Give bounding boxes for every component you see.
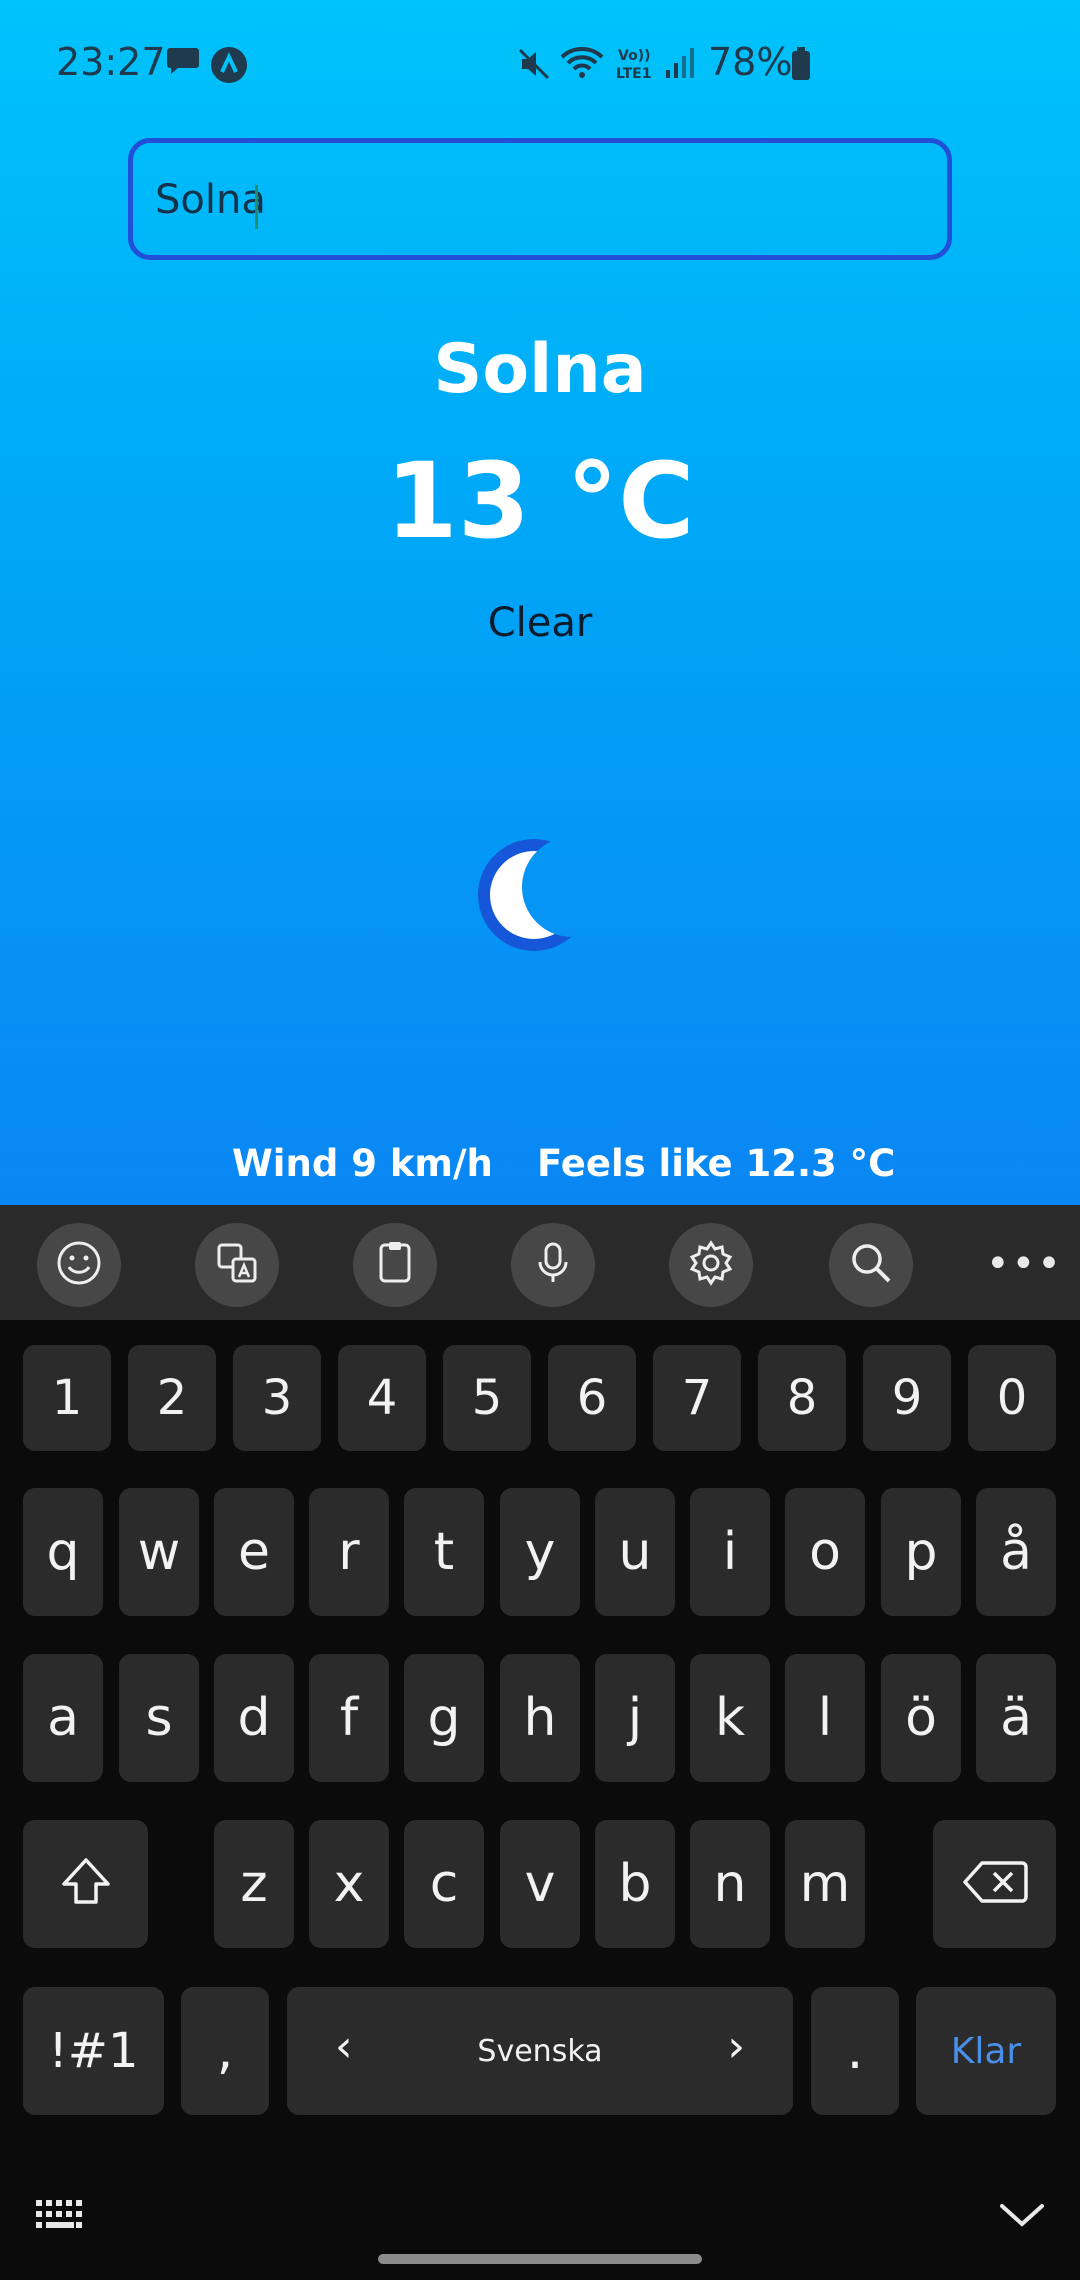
volte-icon: Vo)) LTE1 (616, 46, 656, 85)
symbols-key[interactable]: !#1 (23, 1987, 164, 2115)
key-r[interactable]: r (309, 1488, 389, 1616)
comma-key[interactable]: , (181, 1987, 269, 2115)
key-g[interactable]: g (404, 1654, 484, 1782)
battery-icon (790, 46, 812, 86)
backspace-key[interactable] (933, 1820, 1056, 1948)
wifi-icon (560, 46, 604, 84)
emoji-icon (55, 1239, 103, 1291)
key-a[interactable]: a (23, 1654, 103, 1782)
space-key[interactable]: ‹ Svenska › (287, 1987, 793, 2115)
key-s[interactable]: s (119, 1654, 199, 1782)
key-t[interactable]: t (404, 1488, 484, 1616)
mute-icon (516, 46, 552, 86)
svg-text:LTE1: LTE1 (616, 66, 651, 82)
signal-icon (664, 46, 696, 84)
key-2[interactable]: 2 (128, 1345, 216, 1451)
key-i[interactable]: i (690, 1488, 770, 1616)
key-q[interactable]: q (23, 1488, 103, 1616)
key-d[interactable]: d (214, 1654, 294, 1782)
key-a-umlaut[interactable]: ä (976, 1654, 1056, 1782)
key-w[interactable]: w (119, 1488, 199, 1616)
key-3[interactable]: 3 (233, 1345, 321, 1451)
key-e[interactable]: e (214, 1488, 294, 1616)
translate-button[interactable] (195, 1223, 279, 1307)
clipboard-icon (371, 1239, 419, 1291)
mic-icon (529, 1239, 577, 1291)
keyboard: 1 2 3 4 5 6 7 8 9 0 q w e r t y u i o p … (0, 1320, 1080, 2280)
battery-percent: 78% (708, 40, 793, 84)
key-u[interactable]: u (595, 1488, 675, 1616)
city-name: Solna (433, 330, 647, 409)
key-4[interactable]: 4 (338, 1345, 426, 1451)
feels-like: Feels like 12.3 °C (537, 1142, 896, 1185)
key-8[interactable]: 8 (758, 1345, 846, 1451)
key-y[interactable]: y (500, 1488, 580, 1616)
search-icon (847, 1239, 895, 1291)
weather-app: 23:27 Vo)) LTE1 78% Solna 13 °C Clear (0, 0, 1080, 1205)
space-language-label: Svenska (477, 2033, 603, 2069)
shift-key[interactable] (23, 1820, 148, 1948)
key-o[interactable]: o (785, 1488, 865, 1616)
chevron-down-icon[interactable] (998, 2200, 1046, 2234)
key-1[interactable]: 1 (23, 1345, 111, 1451)
key-b[interactable]: b (595, 1820, 675, 1948)
keyboard-settings-button[interactable] (669, 1223, 753, 1307)
key-v[interactable]: v (500, 1820, 580, 1948)
voice-input-button[interactable] (511, 1223, 595, 1307)
clipboard-button[interactable] (353, 1223, 437, 1307)
key-m[interactable]: m (785, 1820, 865, 1948)
key-h[interactable]: h (500, 1654, 580, 1782)
key-c[interactable]: c (404, 1820, 484, 1948)
key-5[interactable]: 5 (443, 1345, 531, 1451)
key-j[interactable]: j (595, 1654, 675, 1782)
space-left-arrow: ‹ (335, 2021, 353, 2072)
keyboard-search-button[interactable] (829, 1223, 913, 1307)
key-l[interactable]: l (785, 1654, 865, 1782)
weather-condition: Clear (487, 600, 593, 646)
keyboard-grid-icon[interactable] (34, 2198, 88, 2236)
key-9[interactable]: 9 (863, 1345, 951, 1451)
key-f[interactable]: f (309, 1654, 389, 1782)
period-key[interactable]: . (811, 1987, 899, 2115)
city-search-box[interactable] (128, 138, 952, 260)
done-key[interactable]: Klar (916, 1987, 1056, 2115)
home-indicator[interactable] (378, 2254, 702, 2264)
status-bar: 23:27 Vo)) LTE1 78% (0, 0, 1080, 130)
key-0[interactable]: 0 (968, 1345, 1056, 1451)
status-time: 23:27 (56, 40, 166, 84)
app-icon (210, 46, 248, 88)
moon-icon (470, 825, 600, 969)
wind-speed: Wind 9 km/h (232, 1142, 493, 1185)
key-7[interactable]: 7 (653, 1345, 741, 1451)
keyboard-toolbar: ••• (0, 1205, 1080, 1320)
key-k[interactable]: k (690, 1654, 770, 1782)
emoji-button[interactable] (37, 1223, 121, 1307)
city-search-input[interactable] (155, 169, 915, 231)
shift-icon (58, 1854, 114, 1914)
key-p[interactable]: p (881, 1488, 961, 1616)
key-n[interactable]: n (690, 1820, 770, 1948)
backspace-icon (962, 1859, 1028, 1909)
space-right-arrow: › (727, 2021, 745, 2072)
more-icon[interactable]: ••• (986, 1241, 1063, 1287)
translate-icon (213, 1239, 261, 1291)
chat-icon (166, 46, 200, 80)
key-z[interactable]: z (214, 1820, 294, 1948)
key-x[interactable]: x (309, 1820, 389, 1948)
temperature: 13 °C (385, 440, 695, 562)
settings-icon (687, 1239, 735, 1291)
key-o-umlaut[interactable]: ö (881, 1654, 961, 1782)
text-cursor (255, 185, 258, 229)
svg-text:Vo)): Vo)) (618, 48, 650, 64)
key-a-ring[interactable]: å (976, 1488, 1056, 1616)
key-6[interactable]: 6 (548, 1345, 636, 1451)
